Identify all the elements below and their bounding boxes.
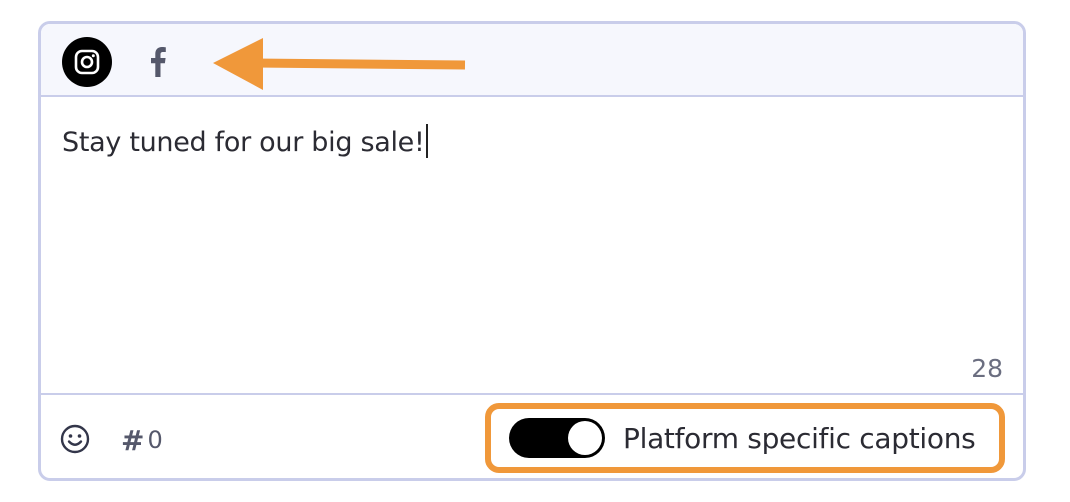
hashtag-count: 0 xyxy=(147,426,163,454)
composer-toolbar: # 0 Platform specific captions xyxy=(41,393,1023,478)
post-composer: Stay tuned for our big sale! 28 # 0 Plat… xyxy=(38,21,1026,481)
platform-captions-toggle[interactable] xyxy=(509,418,605,458)
smiley-icon[interactable] xyxy=(59,423,91,455)
toggle-label: Platform specific captions xyxy=(623,421,976,455)
facebook-icon xyxy=(151,47,166,77)
annotation-arrow xyxy=(213,38,466,90)
annotation-highlight-box: Platform specific captions xyxy=(485,403,1005,473)
platform-tab-facebook[interactable] xyxy=(141,41,175,83)
character-count: 28 xyxy=(971,354,1003,383)
platform-tabs xyxy=(41,24,1023,97)
platform-tab-instagram[interactable] xyxy=(62,37,112,87)
caption-text-wrapper[interactable]: Stay tuned for our big sale! xyxy=(62,124,428,158)
text-cursor xyxy=(425,124,428,158)
instagram-icon xyxy=(74,49,100,75)
hashtag-button[interactable]: # 0 xyxy=(121,423,163,457)
caption-editor[interactable]: Stay tuned for our big sale! 28 xyxy=(41,97,1023,393)
toggle-knob xyxy=(568,421,602,455)
hashtag-icon: # xyxy=(121,423,145,457)
caption-text: Stay tuned for our big sale! xyxy=(62,127,425,158)
